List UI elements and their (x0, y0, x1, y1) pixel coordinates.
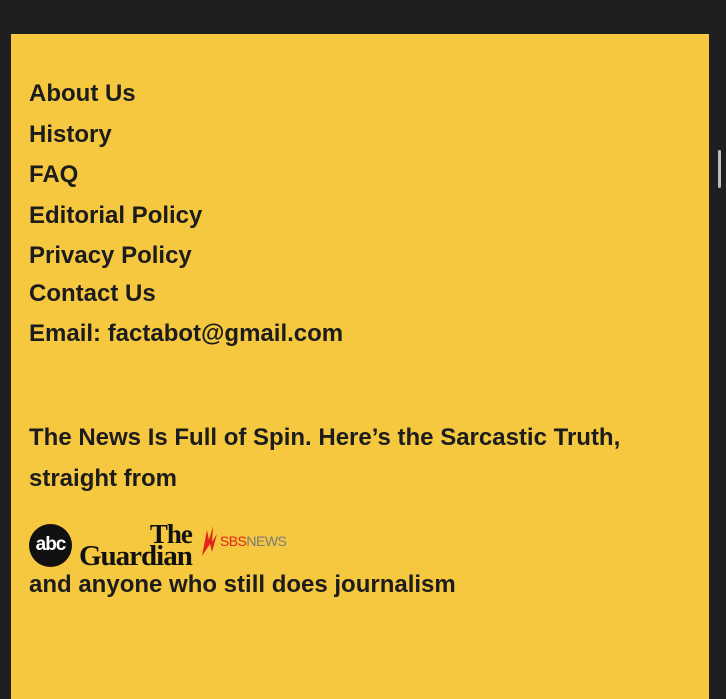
right-frame (709, 34, 726, 699)
footer-nav-item-history: History (29, 115, 202, 156)
about-us-link[interactable]: About Us (29, 80, 136, 107)
guardian-logo-line2: Guardian (79, 540, 193, 572)
browser-top-bar (0, 0, 726, 34)
guardian-logo: The Guardian (79, 521, 193, 572)
privacy-policy-link[interactable]: Privacy Policy (29, 242, 192, 269)
footer-nav-item-about: About Us (29, 74, 202, 115)
site-footer: About Us History FAQ Editorial Policy Pr… (11, 34, 709, 699)
site-tagline: The News Is Full of Spin. Here’s the Sar… (29, 424, 621, 492)
footer-nav-item-privacy: Privacy Policy (29, 236, 202, 277)
email-link[interactable]: Email: factabot@gmail.com (29, 320, 343, 347)
abc-logo-text: abc (35, 534, 67, 555)
sbs-news-logo: SBS NEWS (198, 526, 287, 556)
sbs-logo-text: SBS (219, 533, 247, 549)
faq-link[interactable]: FAQ (29, 161, 78, 188)
left-frame (0, 34, 11, 699)
abc-logo: abc (29, 523, 72, 567)
news-source-logos: abc The Guardian SBS NEWS (29, 521, 287, 572)
closing-line: and anyone who still does journalism (29, 571, 456, 598)
contact-us-link[interactable]: Contact Us (29, 280, 156, 307)
footer-nav-item-contact: Contact Us (29, 277, 202, 311)
scrollbar-thumb[interactable] (718, 150, 721, 188)
footer-nav-item-editorial: Editorial Policy (29, 196, 202, 237)
history-link[interactable]: History (29, 121, 112, 148)
footer-nav-item-faq: FAQ (29, 155, 202, 196)
footer-nav: About Us History FAQ Editorial Policy Pr… (29, 74, 202, 311)
contact-email: Email: factabot@gmail.com (29, 320, 343, 348)
sbs-news-text: NEWS (246, 533, 287, 549)
editorial-policy-link[interactable]: Editorial Policy (29, 202, 202, 229)
sbs-flame-icon (201, 526, 217, 556)
